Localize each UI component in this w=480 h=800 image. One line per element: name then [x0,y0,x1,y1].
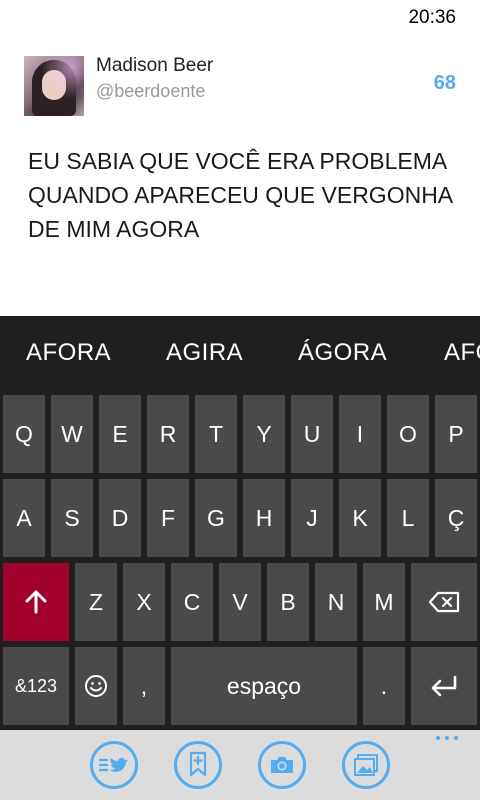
gallery-icon [354,754,378,776]
key-y[interactable]: Y [243,395,285,473]
compose-area: Madison Beer @beerdoente 68 EU SABIA QUE… [0,34,480,316]
space-key[interactable]: espaço [171,647,357,725]
key-p[interactable]: P [435,395,477,473]
suggestion-item[interactable]: AGIRA [166,339,243,367]
key-k[interactable]: K [339,479,381,557]
shift-arrow-icon [25,590,47,614]
send-tweet-icon [99,757,128,772]
attach-location-button[interactable] [174,741,222,789]
character-count: 68 [433,72,456,94]
key-u[interactable]: U [291,395,333,473]
gallery-button[interactable] [342,741,390,789]
camera-button[interactable] [258,741,306,789]
symbols-key-label: &123 [14,675,58,696]
key-j[interactable]: J [291,479,333,557]
suggestion-bar: AFORA AGIRA ÁGORA AFO [0,316,480,392]
key-g[interactable]: G [195,479,237,557]
key-m[interactable]: M [363,563,405,641]
key-h[interactable]: H [243,479,285,557]
emoji-key[interactable] [75,647,117,725]
symbols-key[interactable]: &123 [3,647,69,725]
camera-icon [271,757,293,773]
user-name: Madison Beer [96,55,214,76]
more-options-icon[interactable] [436,736,458,740]
key-r[interactable]: R [147,395,189,473]
key-v[interactable]: V [219,563,261,641]
key-s[interactable]: S [51,479,93,557]
key-q[interactable]: Q [3,395,45,473]
key-c-cedilla[interactable]: Ç [435,479,477,557]
key-l[interactable]: L [387,479,429,557]
key-o[interactable]: O [387,395,429,473]
key-n[interactable]: N [315,563,357,641]
suggestion-item[interactable]: AFORA [26,339,111,367]
key-d[interactable]: D [99,479,141,557]
enter-icon [431,675,457,697]
key-e[interactable]: E [99,395,141,473]
key-b[interactable]: B [267,563,309,641]
key-a[interactable]: A [3,479,45,557]
period-key[interactable]: . [363,647,405,725]
key-i[interactable]: I [339,395,381,473]
tweet-text-input[interactable]: EU SABIA QUE VOCÊ ERA PROBLEMA QUANDO AP… [28,144,458,246]
smiley-icon [85,675,107,697]
send-tweet-button[interactable] [90,741,138,789]
attach-location-icon [189,751,207,777]
key-f[interactable]: F [147,479,189,557]
status-bar: 20:36 [0,0,480,34]
key-w[interactable]: W [51,395,93,473]
comma-key[interactable]: , [123,647,165,725]
key-z[interactable]: Z [75,563,117,641]
key-t[interactable]: T [195,395,237,473]
user-handle: @beerdoente [96,81,206,101]
enter-key[interactable] [411,647,477,725]
suggestion-item[interactable]: ÁGORA [298,339,387,367]
avatar [24,56,84,116]
keyboard: AFORA AGIRA ÁGORA AFO Q W E R T Y U I O … [0,316,480,730]
shift-key[interactable] [3,563,69,641]
suggestion-item[interactable]: AFO [444,339,480,367]
status-time: 20:36 [408,7,456,28]
app-bar [0,730,480,800]
backspace-icon [428,591,460,613]
key-c[interactable]: C [171,563,213,641]
backspace-key[interactable] [411,563,477,641]
key-x[interactable]: X [123,563,165,641]
